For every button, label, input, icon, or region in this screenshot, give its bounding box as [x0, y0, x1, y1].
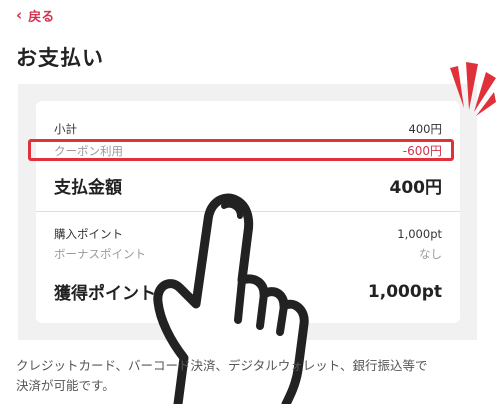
subtotal-value: 400円 [408, 122, 442, 136]
bonus-points-label: ボーナスポイント [54, 247, 146, 261]
description-line-2: 決済が可能です。 [16, 378, 115, 393]
emphasis-lines-icon [450, 62, 496, 116]
purchase-points-label: 購入ポイント [54, 227, 123, 241]
purchase-points-value: 1,000pt [397, 227, 442, 241]
payment-methods-description: クレジットカード、バーコード決済、デジタルウォレット、銀行振込等で 決済が可能で… [16, 356, 486, 396]
subtotal-row: 小計 400円 [54, 121, 442, 137]
earned-points-label: 獲得ポイント [54, 284, 156, 304]
bonus-points-value: なし [419, 247, 442, 261]
earned-points-value: 1,000pt [367, 281, 442, 302]
total-value: 400円 [389, 178, 443, 198]
back-link[interactable]: ‹ 戻る [16, 6, 55, 26]
back-label: 戻る [28, 10, 55, 25]
description-line-1: クレジットカード、バーコード決済、デジタルウォレット、銀行振込等で [16, 358, 428, 373]
page-title: お支払い [16, 46, 104, 70]
total-label: 支払金額 [54, 178, 122, 198]
chevron-left-icon: ‹ [16, 6, 23, 24]
coupon-highlight-frame [28, 139, 454, 161]
subtotal-label: 小計 [54, 122, 77, 136]
